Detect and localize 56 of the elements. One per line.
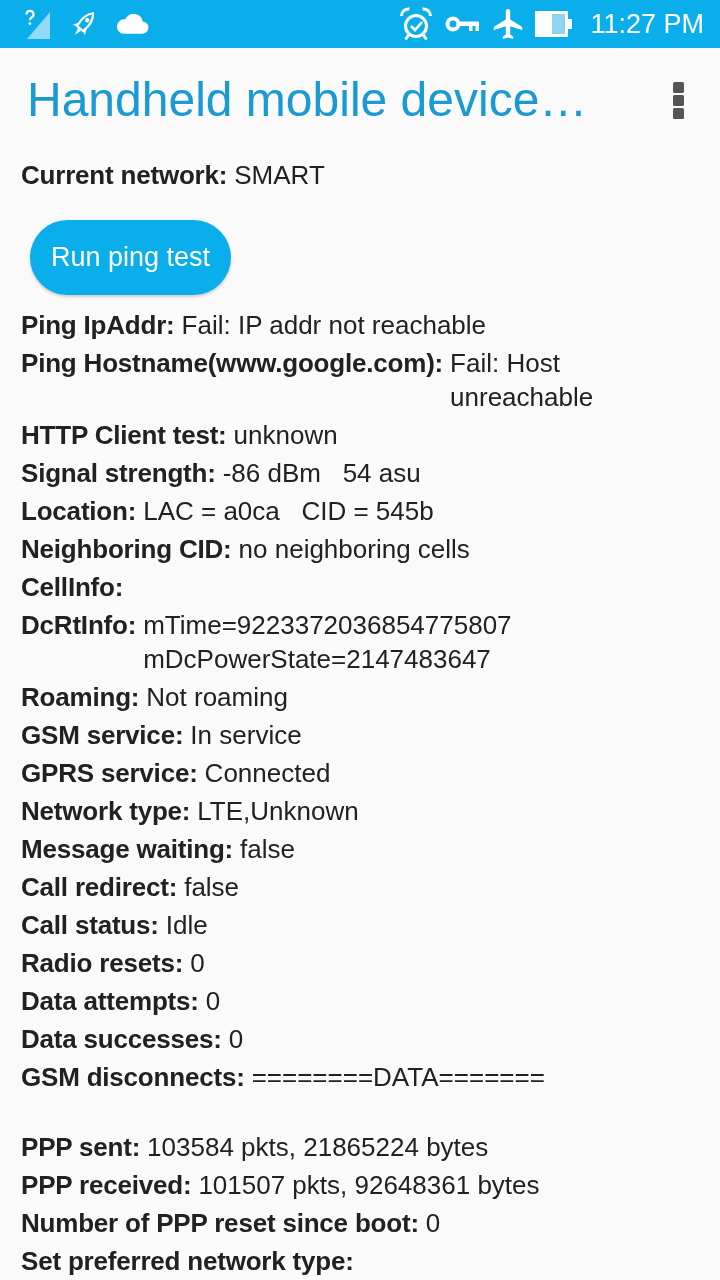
info-label: Message waiting: <box>21 833 234 866</box>
info-label: HTTP Client test: <box>21 419 227 452</box>
info-value: ========DATA======= <box>251 1061 545 1094</box>
info-value: SMART <box>234 159 325 192</box>
battery-icon <box>535 11 573 37</box>
info-label: Radio resets: <box>21 947 184 980</box>
info-value: false <box>184 871 240 904</box>
info-label: Network type: <box>21 795 191 828</box>
info-value: In service <box>190 719 302 752</box>
info-value: 103584 pkts, 21865224 bytes <box>147 1131 489 1164</box>
info-label: PPP received: <box>21 1169 192 1202</box>
info-label: Call redirect: <box>21 871 178 904</box>
info-label: Ping IpAddr: <box>21 309 175 342</box>
info-value: 0 <box>190 947 205 980</box>
info-label: PPP sent: <box>21 1131 141 1164</box>
info-label: GSM service: <box>21 719 184 752</box>
info-label: GPRS service: <box>21 757 198 790</box>
run-ping-test-button[interactable]: Run ping test <box>30 220 232 295</box>
info-value: Fail: Host unreachable <box>450 347 595 414</box>
info-label: Signal strength: <box>21 457 216 490</box>
info-label: Number of PPP reset since boot: <box>21 1207 419 1240</box>
info-value: mTime=9223372036854775807 mDcPowerState=2147483647 <box>143 609 513 676</box>
info-value: 101507 pkts, 92648361 bytes <box>198 1169 540 1202</box>
info-label: Call status: <box>21 909 159 942</box>
info-value: false <box>240 833 295 866</box>
info-label: Data successes: <box>21 1023 222 1056</box>
info-label: Location: <box>21 495 137 528</box>
info-value: 0 <box>228 1023 244 1056</box>
info-value: Connected <box>204 757 331 790</box>
more-options-icon[interactable] <box>673 81 684 119</box>
info-value: unknown <box>233 419 338 452</box>
alarm-clock-icon <box>399 7 434 41</box>
info-label: GSM disconnects: <box>21 1061 245 1094</box>
info-value: -86 dBm 54 asu <box>222 457 421 490</box>
info-label: Neighboring CID: <box>21 533 232 566</box>
info-label: CellInfo: <box>21 571 124 604</box>
info-label: Current network: <box>21 159 228 192</box>
info-label: Data attempts: <box>21 985 199 1018</box>
info-value: LAC = a0ca CID = 545b <box>143 495 434 528</box>
info-label: Ping Hostname(www.google.com): <box>21 347 444 380</box>
info-value: 0 <box>205 985 221 1018</box>
cloud-icon <box>116 13 149 35</box>
info-value: Fail: IP addr not reachable <box>181 309 487 342</box>
info-label: Set preferred network type: <box>21 1245 354 1278</box>
key-icon <box>445 16 480 32</box>
status-time: 11:27 PM <box>590 8 704 40</box>
info-value: no neighboring cells <box>238 533 470 566</box>
no-signal-icon <box>24 9 50 39</box>
info-value: 0 <box>425 1207 441 1240</box>
app-title: Handheld mobile device… <box>27 72 588 128</box>
info-label: Roaming: <box>21 681 140 714</box>
info-value: Not roaming <box>146 681 288 714</box>
airplane-icon <box>493 9 524 39</box>
info-label: DcRtInfo: <box>21 609 137 642</box>
info-value: LTE,Unknown <box>197 795 359 828</box>
info-value: Idle <box>165 909 208 942</box>
